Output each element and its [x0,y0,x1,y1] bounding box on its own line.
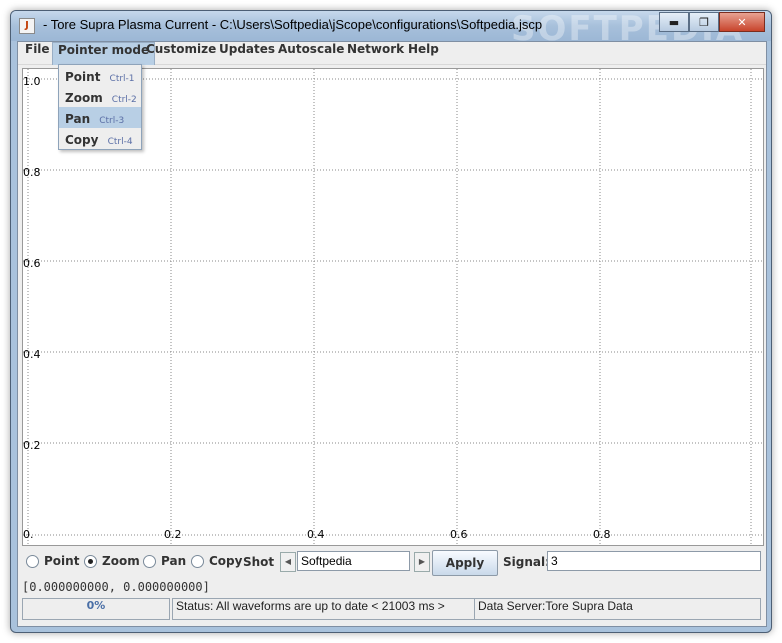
shot-label: Shot [243,555,275,569]
pointer-coordinates: [0.000000000, 0.000000000] [22,580,210,594]
menu-autoscale[interactable]: Autoscale [273,42,349,64]
radio-copy[interactable]: Copy [191,554,242,568]
radio-label: Copy [209,554,243,568]
radio-circle [191,554,204,568]
x-tick-label: 0.4 [307,528,325,541]
prev-shot-arrow-icon[interactable]: ◀ [280,552,296,572]
apply-button[interactable]: Apply [432,550,498,576]
pointer-mode-dropdown: Point Ctrl-1 Zoom Ctrl-2 Pan Ctrl-3 Copy… [58,64,142,150]
y-tick-label: 0.2 [23,439,41,452]
shot-input[interactable]: Softpedia [297,551,410,571]
menu-help[interactable]: Help [403,42,444,64]
app-window: J SOFTPEDIA - Tore Supra Plasma Current … [10,10,772,633]
x-tick-label: 0.2 [164,528,182,541]
minimize-button[interactable]: ▬ [659,12,689,32]
menu-item-copy[interactable]: Copy Ctrl-4 [59,128,141,149]
menu-item-shortcut: Ctrl-1 [109,74,135,84]
close-button[interactable]: ✕ [719,12,765,32]
control-bar: Point Zoom Pan Copy Shot ◀ Softpedia ▶ A… [18,550,766,576]
java-app-icon[interactable]: J [19,18,35,34]
y-tick-label: 0.4 [23,348,41,361]
menu-item-point[interactable]: Point Ctrl-1 [59,65,141,86]
menu-customize[interactable]: Customize [141,42,221,64]
radio-circle [84,554,97,568]
radio-label: Zoom [102,554,140,568]
menu-updates[interactable]: Updates [214,42,280,64]
menu-item-shortcut: Ctrl-4 [107,137,133,147]
y-tick-label: 1.0 [23,75,41,88]
window-title: - Tore Supra Plasma Current - C:\Users\S… [43,17,543,32]
radio-label: Point [44,554,80,568]
menu-item-label: Copy [65,133,99,147]
status-bar: 0% Status: All waveforms are up to date … [22,598,762,620]
status-message: Status: All waveforms are up to date < 2… [172,598,475,620]
menu-item-zoom[interactable]: Zoom Ctrl-2 [59,86,141,107]
menu-item-label: Zoom [65,91,103,105]
menu-file[interactable]: File [20,42,55,64]
signal-input[interactable]: 3 [547,551,761,571]
y-tick-label: 0.6 [23,257,41,270]
signal-label: Signal: [503,555,550,569]
progress-indicator: 0% [22,598,170,620]
menu-item-shortcut: Ctrl-3 [99,116,125,126]
menu-item-shortcut: Ctrl-2 [111,95,137,105]
menu-pointer-mode[interactable]: Pointer mode [52,42,156,65]
next-shot-arrow-icon[interactable]: ▶ [414,552,430,572]
y-tick-label: 0.8 [23,166,41,179]
menu-item-pan[interactable]: Pan Ctrl-3 [59,107,141,128]
radio-label: Pan [161,554,187,568]
client-area: File Pointer mode Customize Updates Auto… [17,41,767,627]
radio-zoom[interactable]: Zoom [84,554,140,568]
menu-item-label: Pan [65,112,91,126]
y-tick-label: 0. [23,528,34,541]
maximize-button[interactable]: ❐ [689,12,719,32]
radio-circle [26,554,39,568]
x-tick-label: 0.8 [593,528,611,541]
menu-item-label: Point [65,70,101,84]
radio-pan[interactable]: Pan [143,554,186,568]
x-tick-label: 0.6 [450,528,468,541]
radio-point[interactable]: Point [26,554,79,568]
data-server-info: Data Server:Tore Supra Data [474,598,761,620]
radio-circle [143,554,156,568]
menu-bar: File Pointer mode Customize Updates Auto… [18,42,766,65]
title-bar[interactable]: J SOFTPEDIA - Tore Supra Plasma Current … [11,11,771,49]
menu-network[interactable]: Network [342,42,409,64]
